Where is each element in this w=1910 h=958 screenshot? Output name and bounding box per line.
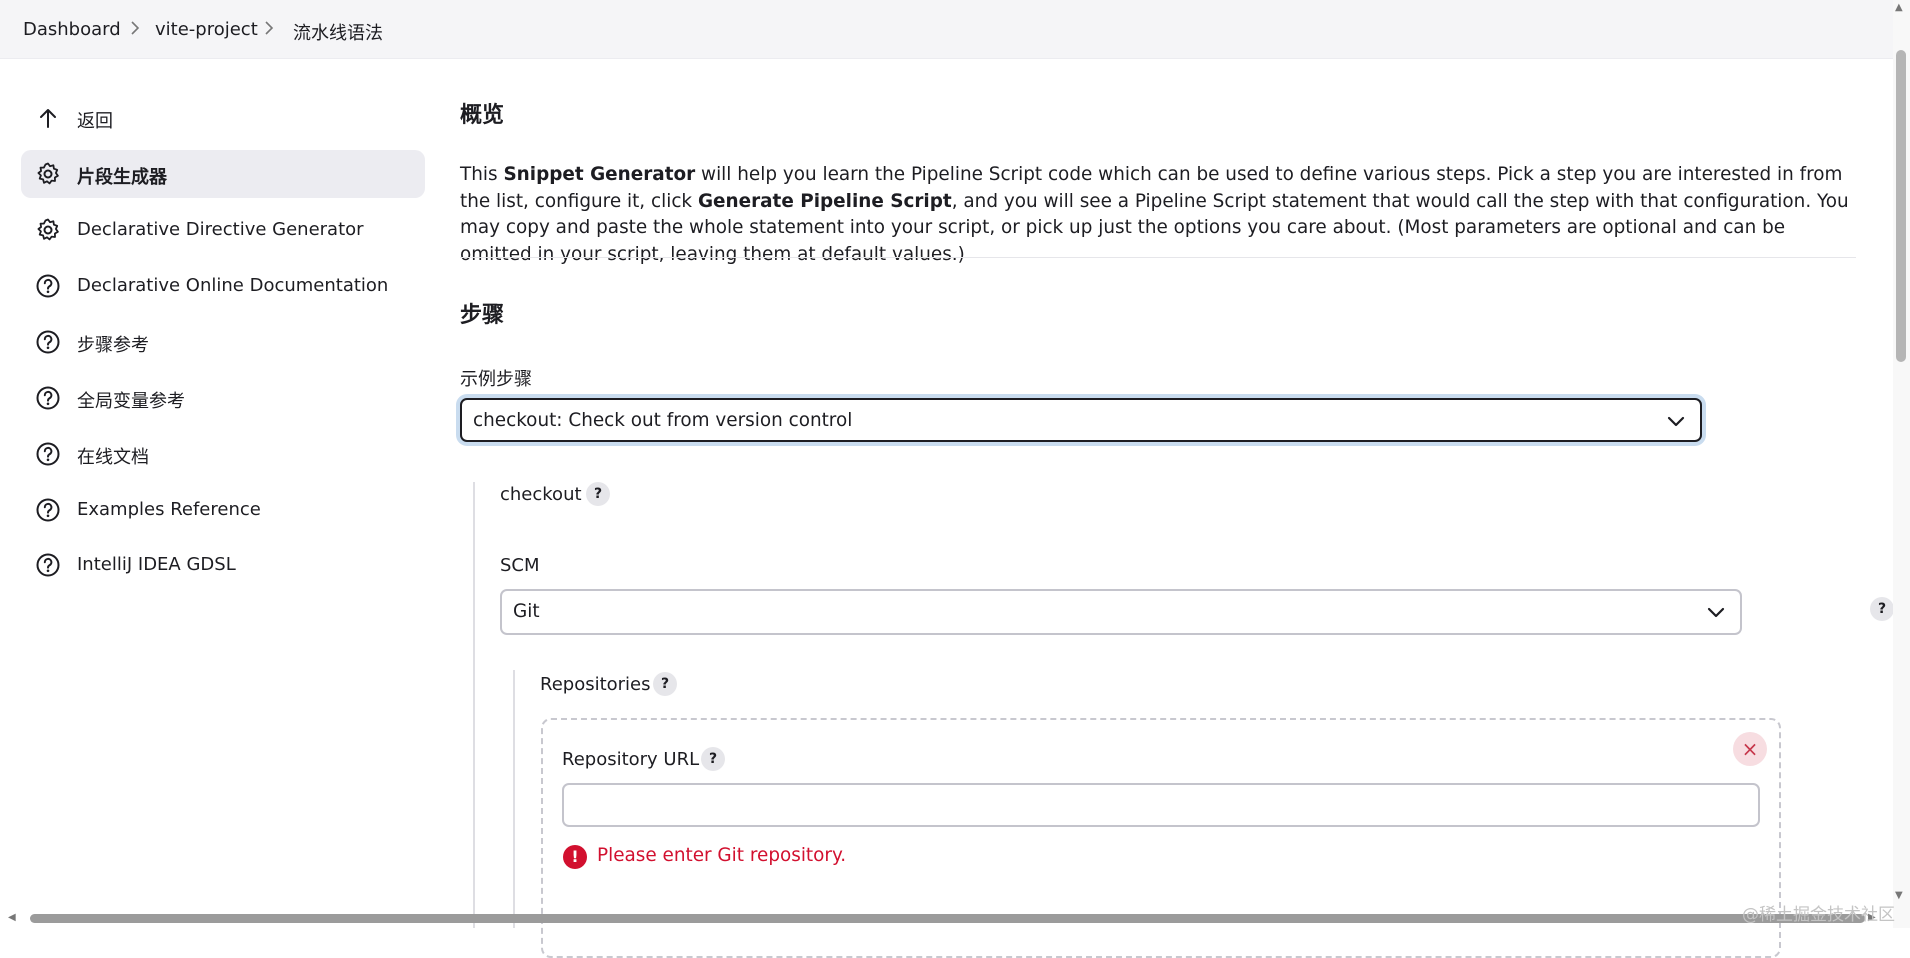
chevron-right-icon [127,20,143,36]
sidebar-item-back[interactable]: 返回 [21,94,425,142]
breadcrumb-pipeline-syntax[interactable]: 流水线语法 [293,19,383,45]
close-icon[interactable]: × [1733,732,1767,766]
repository-url-help-button[interactable]: ? [701,747,725,771]
scroll-left-arrow-icon[interactable]: ◀ [8,912,16,923]
sidebar-item-label: Declarative Online Documentation [77,275,389,296]
scm-select[interactable]: Git [500,589,1742,635]
breadcrumb: Dashboard vite-project 流水线语法 [0,0,1895,59]
sidebar-item-label: 全局变量参考 [77,391,185,412]
divider [460,257,1856,258]
error-icon: ! [563,845,587,869]
scroll-down-arrow-icon[interactable]: ▼ [1895,890,1903,901]
sample-step-label: 示例步骤 [460,369,532,390]
intro-text: This Snippet Generator will help you lea… [460,164,1849,265]
checkout-help-button[interactable]: ? [586,482,610,506]
help-circle-icon [35,497,61,523]
scm-label: SCM [500,555,540,576]
arrow-up-icon [35,105,61,131]
help-circle-icon [35,385,61,411]
sidebar-item-label: 在线文档 [77,447,149,468]
overview-heading: 概览 [460,103,505,128]
steps-heading: 步骤 [460,303,505,328]
repositories-help-button[interactable]: ? [653,672,677,696]
sidebar-item-online-docs[interactable]: 在线文档 [21,430,425,478]
sidebar-item-label: 步骤参考 [77,335,149,356]
help-circle-icon [35,273,61,299]
sidebar-item-label: 片段生成器 [77,167,167,188]
repositories-section-border [513,670,515,928]
sidebar-item-global-variables[interactable]: 全局变量参考 [21,374,425,422]
generate-pipeline-script-term: Generate Pipeline Script [697,190,952,212]
sample-step-value: checkout: Check out from version control [473,410,853,431]
chevron-down-icon [1706,602,1726,622]
scm-help-button[interactable]: ? [1870,597,1894,621]
watermark: @稀土掘金技术社区 [1742,905,1895,925]
sidebar-item-label: Declarative Directive Generator [77,219,364,240]
scroll-up-arrow-icon[interactable]: ▲ [1895,2,1903,13]
sidebar-item-declarative-online-docs[interactable]: Declarative Online Documentation [21,262,425,310]
snippet-generator-term: Snippet Generator [503,164,696,185]
sidebar-item-label: 返回 [77,111,113,132]
sidebar-item-snippet-generator[interactable]: 片段生成器 [21,150,425,198]
breadcrumb-vite-project[interactable]: vite-project [155,19,258,40]
repository-url-input[interactable] [562,783,1760,827]
gear-icon [35,161,61,187]
chevron-right-icon [261,20,277,36]
sample-step-select[interactable]: checkout: Check out from version control [460,398,1702,442]
sidebar-item-intellij-gdsl[interactable]: IntelliJ IDEA GDSL [21,541,425,589]
sidebar-item-label: Examples Reference [77,499,261,520]
vertical-scrollbar-thumb[interactable] [1896,50,1906,362]
sidebar-item-step-reference[interactable]: 步骤参考 [21,318,425,366]
sidebar-item-declarative-directive-generator[interactable]: Declarative Directive Generator [21,206,425,254]
sidebar-item-label: IntelliJ IDEA GDSL [77,554,236,575]
sidebar-item-examples-reference[interactable]: Examples Reference [21,486,425,534]
scm-value: Git [513,601,540,622]
repository-url-label: Repository URL [562,749,700,770]
gear-icon [35,217,61,243]
help-circle-icon [35,329,61,355]
repository-url-error: Please enter Git repository. [597,845,847,866]
help-circle-icon [35,441,61,467]
checkout-section-border [473,482,475,928]
chevron-down-icon [1666,411,1686,431]
checkout-label: checkout [500,484,582,505]
help-circle-icon [35,552,61,578]
breadcrumb-dashboard[interactable]: Dashboard [23,19,121,40]
horizontal-scrollbar-thumb[interactable] [30,914,1865,923]
repositories-label: Repositories [540,674,651,695]
